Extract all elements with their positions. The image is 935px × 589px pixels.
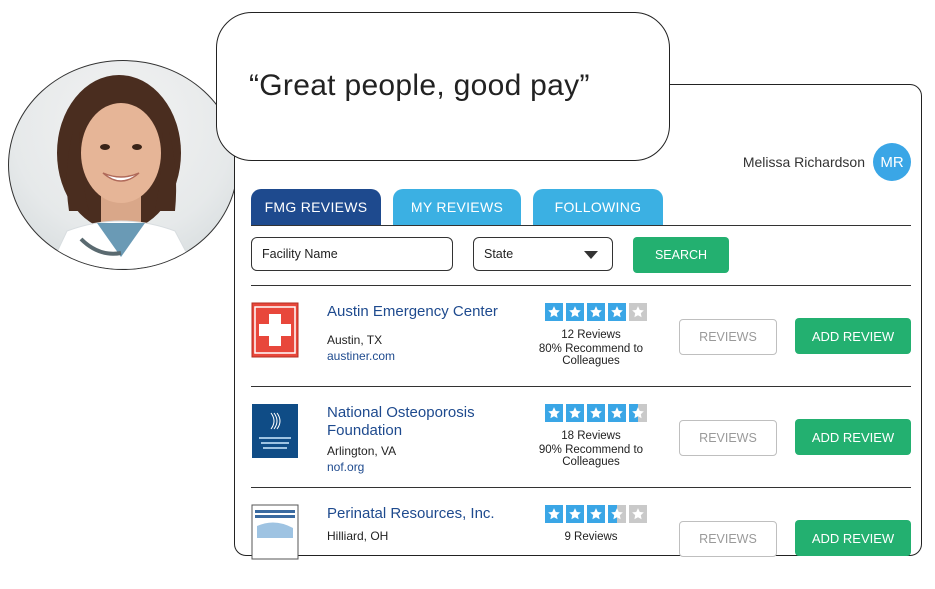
state-placeholder: State: [484, 247, 514, 261]
star-icon: [566, 404, 584, 422]
star-icon: [608, 404, 626, 422]
facility-location: Arlington, VA: [327, 444, 397, 458]
star-icon: [566, 505, 584, 523]
star-rating: [545, 404, 647, 422]
star-half-icon: [629, 404, 647, 422]
star-icon: [608, 303, 626, 321]
star-empty-icon: [629, 303, 647, 321]
state-select[interactable]: State: [473, 237, 613, 271]
star-icon: [545, 404, 563, 422]
search-button[interactable]: SEARCH: [633, 237, 729, 273]
add-review-button[interactable]: ADD REVIEW: [795, 318, 911, 354]
tab-bar: FMG REVIEWS MY REVIEWS FOLLOWING: [251, 189, 911, 226]
review-count: 18 Reviews: [561, 430, 621, 442]
facility-name[interactable]: National Osteoporosis Foundation: [327, 404, 527, 440]
reviews-button[interactable]: REVIEWS: [679, 420, 777, 456]
star-icon: [587, 303, 605, 321]
facility-website[interactable]: nof.org: [327, 460, 364, 474]
star-rating: [545, 303, 647, 321]
facility-name-placeholder: Facility Name: [262, 247, 338, 261]
recommend-rate: 90% Recommend to Colleagues: [538, 444, 644, 468]
star-icon: [545, 303, 563, 321]
facility-logo: [251, 302, 299, 358]
reviews-button[interactable]: REVIEWS: [679, 521, 777, 557]
star-icon: [587, 404, 605, 422]
star-half-icon: [608, 505, 626, 523]
add-review-button[interactable]: ADD REVIEW: [795, 419, 911, 455]
divider: [251, 285, 911, 286]
facility-logo: [251, 403, 299, 459]
facility-name[interactable]: Austin Emergency Center: [327, 303, 527, 321]
facility-website[interactable]: austiner.com: [327, 349, 395, 363]
facility-name-input[interactable]: Facility Name: [251, 237, 453, 271]
user-menu[interactable]: Melissa Richardson MR: [743, 143, 911, 181]
facility-row: Perinatal Resources, Inc. Hilliard, OH 9…: [251, 489, 911, 589]
divider: [251, 386, 911, 387]
quote-text: “Great people, good pay”: [249, 69, 590, 102]
star-empty-icon: [629, 505, 647, 523]
facility-name[interactable]: Perinatal Resources, Inc.: [327, 505, 527, 523]
user-avatar[interactable]: MR: [873, 143, 911, 181]
facility-row: Austin Emergency Center Austin, TX austi…: [251, 287, 911, 387]
recommend-rate: 80% Recommend to Colleagues: [538, 343, 644, 367]
star-icon: [587, 505, 605, 523]
reviewer-photo: [8, 60, 238, 270]
facility-row: National Osteoporosis Foundation Arlingt…: [251, 388, 911, 488]
tab-following[interactable]: FOLLOWING: [533, 189, 663, 225]
reviews-button[interactable]: REVIEWS: [679, 319, 777, 355]
review-count: 12 Reviews: [561, 329, 621, 341]
star-icon: [566, 303, 584, 321]
chevron-down-icon: [584, 251, 598, 259]
tab-my-reviews[interactable]: MY REVIEWS: [393, 189, 521, 225]
speech-bubble: “Great people, good pay”: [216, 12, 670, 161]
user-name: Melissa Richardson: [742, 154, 865, 170]
facility-location: Hilliard, OH: [327, 529, 389, 543]
facility-location: Austin, TX: [327, 333, 383, 347]
star-rating: [545, 505, 647, 523]
review-count: 9 Reviews: [564, 531, 618, 543]
star-icon: [545, 505, 563, 523]
add-review-button[interactable]: ADD REVIEW: [795, 520, 911, 556]
tab-fmg-reviews[interactable]: FMG REVIEWS: [251, 189, 381, 225]
facility-logo: [251, 504, 299, 560]
divider: [251, 487, 911, 488]
